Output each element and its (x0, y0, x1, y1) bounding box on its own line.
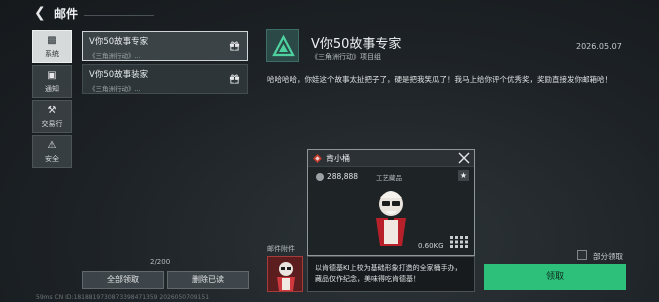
sidebar-item-notice[interactable]: ▣ 通知 (32, 65, 72, 98)
sidebar-item-label: 系统 (45, 49, 59, 58)
claim-button[interactable]: 领取 (484, 264, 626, 290)
partial-claim-checkbox[interactable] (577, 250, 587, 260)
sidebar-item-system[interactable]: ▩ 系统 (32, 30, 72, 63)
item-weight: 0.60KG (418, 242, 444, 250)
item-size-grid-icon (450, 236, 468, 248)
sidebar-item-trade[interactable]: ⚒ 交易行 (32, 100, 72, 133)
bucket-figurine-image (376, 191, 406, 246)
item-price: 288,888 (327, 172, 359, 181)
claim-all-button[interactable]: 全部领取 (82, 271, 164, 289)
favorite-star-icon[interactable]: ★ (458, 170, 469, 181)
list-item[interactable]: V你50故事专家 《三角洲行动》... (82, 31, 248, 61)
item-detail-popup: 肯小桶 288,888 工艺藏品 ★ 0.60KG (307, 149, 475, 256)
list-item[interactable]: V你50故事装家 《三角洲行动》... (82, 64, 248, 94)
mail-body: 哈哈哈哈，你娃这个故事太扯把子了，硬是把我笑瓜了！我马上给你评个优秀奖，奖励直接… (267, 75, 612, 84)
popup-header: 肯小桶 (308, 150, 474, 167)
mail-title: V你50故事专家 (311, 37, 402, 52)
sidebar-item-label: 安全 (45, 154, 59, 163)
back-arrow-icon[interactable]: ❮ (34, 6, 46, 20)
top-bar: ❮ 邮件 (0, 0, 659, 26)
attachments-label: 邮件附件 (267, 245, 295, 253)
bucket-figurine-thumb-icon (277, 262, 295, 291)
attachment-description: 以肯德基KI上校为基础形象打造的全家桶手办，藏品仅作纪念，美味得吃肯德基！ (307, 256, 475, 292)
mail-item-title: V你50故事专家 (89, 37, 149, 47)
mail-pager: 2/200 (150, 258, 171, 266)
mail-item-sender: 《三角洲行动》... (89, 52, 141, 60)
title-divider (84, 15, 154, 16)
sidebar-item-label: 通知 (45, 84, 59, 93)
notice-icon: ▣ (47, 69, 57, 81)
sender-logo (266, 29, 299, 62)
mail-item-title: V你50故事装家 (89, 70, 149, 80)
item-category: 工艺藏品 (376, 174, 402, 182)
hammer-icon: ⚒ (47, 104, 57, 116)
coin-icon (316, 173, 324, 181)
mail-item-sender: 《三角洲行动》... (89, 85, 141, 93)
popup-item-name: 肯小桶 (326, 154, 350, 163)
mail-date: 2026.05.07 (576, 42, 622, 51)
sidebar-item-label: 交易行 (41, 119, 63, 128)
page-title: 邮件 (54, 7, 79, 21)
rarity-diamond-icon (313, 154, 322, 163)
sidebar: ▩ 系统 ▣ 通知 ⚒ 交易行 ⚠ 安全 (32, 30, 72, 170)
system-icon: ▩ (47, 34, 57, 46)
delete-read-button[interactable]: 删除已读 (167, 271, 249, 289)
status-bar: 59ms CN ID:1818819730873398471359 202605… (36, 294, 210, 301)
close-icon[interactable] (458, 152, 470, 164)
mail-list: V你50故事专家 《三角洲行动》... V你50故事装家 《三角洲行动》... (82, 31, 248, 97)
gift-icon (229, 41, 240, 51)
attachment-item-thumbnail[interactable] (267, 256, 303, 292)
sidebar-item-security[interactable]: ⚠ 安全 (32, 135, 72, 168)
mail-sender: 《三角洲行动》项目组 (311, 53, 381, 61)
triangle-logo-icon (272, 34, 295, 57)
gift-icon (229, 74, 240, 84)
warning-icon: ⚠ (47, 139, 57, 151)
partial-claim-label: 部分领取 (593, 252, 623, 261)
